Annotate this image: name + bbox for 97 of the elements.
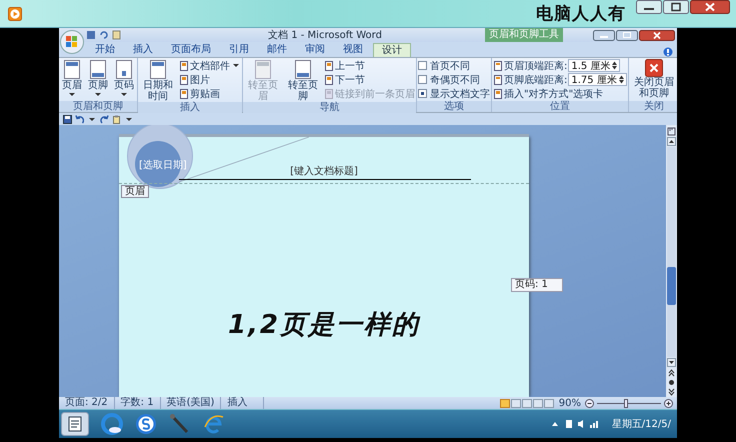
ruler-icon[interactable]	[667, 127, 676, 136]
document-text: 1,2页是一样的	[228, 309, 420, 341]
ribbon-button[interactable]: 转至页脚	[284, 59, 322, 102]
ribbon-tab[interactable]: 插入	[125, 43, 161, 57]
ribbon-button[interactable]: 下一节	[324, 73, 415, 86]
minimize-button[interactable]	[636, 0, 662, 14]
page-icon	[61, 59, 83, 80]
spin-field[interactable]: 1.5 厘米	[568, 59, 620, 72]
help-icon[interactable]	[663, 47, 673, 57]
clipboard-icon[interactable]	[112, 114, 121, 124]
spin-label: 页眉顶端距离:	[504, 60, 568, 72]
document-icon	[324, 60, 334, 70]
ribbon-tab[interactable]: 审阅	[297, 43, 333, 57]
ribbon-button[interactable]: 日期和时间	[139, 59, 177, 102]
ribbon-tab[interactable]: 页面布局	[163, 43, 219, 57]
save-icon[interactable]	[63, 114, 72, 124]
checkbox-label: 奇偶页不同	[430, 74, 480, 86]
group-label: 选项	[417, 101, 491, 112]
ribbon-tab[interactable]: 设计	[373, 43, 411, 57]
ribbon-button[interactable]: 页眉	[60, 59, 84, 98]
contextual-tab-label: 页眉和页脚工具	[485, 28, 563, 42]
player-title: 电脑人人有	[536, 3, 626, 25]
browser-e-icon[interactable]	[203, 413, 225, 435]
caret-icon	[121, 93, 127, 96]
zoom-slider-thumb[interactable]	[624, 398, 628, 408]
clock-date[interactable]: 星期五/12/5/	[612, 417, 671, 431]
caret-icon	[95, 93, 101, 96]
checkbox-label: 首页不同	[430, 60, 470, 72]
circle-app-icon[interactable]	[101, 413, 123, 435]
scroll-down-icon[interactable]	[667, 358, 676, 367]
s-app-icon[interactable]	[135, 413, 157, 435]
page-icon	[493, 60, 503, 70]
play-icon	[8, 6, 22, 20]
maximize-button[interactable]	[616, 30, 638, 40]
checkbox[interactable]	[418, 89, 427, 98]
browse-object-icon[interactable]	[667, 378, 676, 387]
checkbox-label: 显示文档文字	[430, 88, 490, 100]
checkbox[interactable]	[418, 75, 427, 84]
page-icon	[292, 59, 314, 80]
undo-icon[interactable]	[75, 114, 84, 124]
spin-field[interactable]: 1.75 厘米	[568, 73, 627, 86]
caret-icon	[233, 64, 239, 67]
scroll-up-icon[interactable]	[667, 137, 676, 146]
group-label: 插入	[138, 102, 242, 113]
page-icon	[252, 59, 274, 80]
document-icon	[324, 88, 334, 98]
document-icon	[493, 88, 503, 98]
caret-icon[interactable]	[126, 118, 132, 120]
ribbon-button[interactable]: 插入"对齐方式"选项卡	[493, 87, 627, 100]
close-button[interactable]	[690, 0, 730, 14]
spin-arrows-icon	[618, 75, 624, 84]
group-label: 页眉和页脚	[59, 101, 137, 112]
window-title: 文档 1 - Microsoft Word	[267, 28, 383, 42]
ribbon-button[interactable]: 页脚	[86, 59, 110, 98]
spin-label: 页脚底端距离:	[504, 74, 568, 86]
page-icon	[493, 74, 503, 84]
minimize-button[interactable]	[593, 30, 615, 40]
group-label: 导航	[243, 102, 416, 113]
caret-icon[interactable]	[89, 118, 95, 120]
previous-page-icon[interactable]	[667, 368, 676, 377]
close-icon	[644, 59, 663, 77]
close-button[interactable]	[639, 30, 675, 40]
ribbon-tab[interactable]: 邮件	[259, 43, 295, 57]
redo-icon[interactable]	[100, 114, 109, 124]
vertical-scrollbar[interactable]	[666, 125, 677, 397]
document-icon	[179, 88, 189, 98]
ribbon-button[interactable]: 文档部件	[179, 59, 241, 72]
page-icon	[87, 59, 109, 80]
page-icon	[147, 59, 169, 80]
zoom-out-icon[interactable]	[585, 398, 594, 408]
document-icon	[324, 74, 334, 84]
zoom-level[interactable]: 90%	[558, 398, 581, 408]
maximize-button[interactable]	[663, 0, 689, 14]
scroll-thumb[interactable]	[667, 267, 676, 305]
ribbon-button[interactable]: 上一节	[324, 59, 415, 72]
group-label: 关闭	[628, 101, 677, 112]
ribbon-tab[interactable]: 视图	[335, 43, 371, 57]
caret-icon	[69, 93, 75, 96]
header-tag: 页眉	[121, 185, 149, 198]
checkbox[interactable]	[418, 61, 427, 70]
close-header-footer-button[interactable]: 关闭页眉和页脚	[630, 59, 677, 99]
tray-icons[interactable]	[550, 419, 600, 429]
ribbon-button[interactable]: 页码	[112, 59, 136, 98]
page-number-tooltip: 页码: 1	[511, 278, 563, 292]
title-placeholder[interactable]: [键入文档标题]	[290, 166, 358, 177]
document-icon	[179, 60, 189, 70]
ribbon-button[interactable]: 剪贴画	[179, 87, 241, 100]
spin-arrows-icon	[612, 61, 618, 70]
document-icon	[179, 74, 189, 84]
ribbon-button[interactable]: 图片	[179, 73, 241, 86]
page-icon	[113, 59, 135, 80]
ribbon-tab[interactable]: 引用	[221, 43, 257, 57]
ribbon-tab[interactable]: 开始	[87, 43, 123, 57]
zoom-in-icon[interactable]	[664, 398, 673, 408]
group-label: 位置	[492, 101, 628, 112]
next-page-icon[interactable]	[667, 388, 676, 397]
start-button[interactable]	[61, 412, 89, 436]
